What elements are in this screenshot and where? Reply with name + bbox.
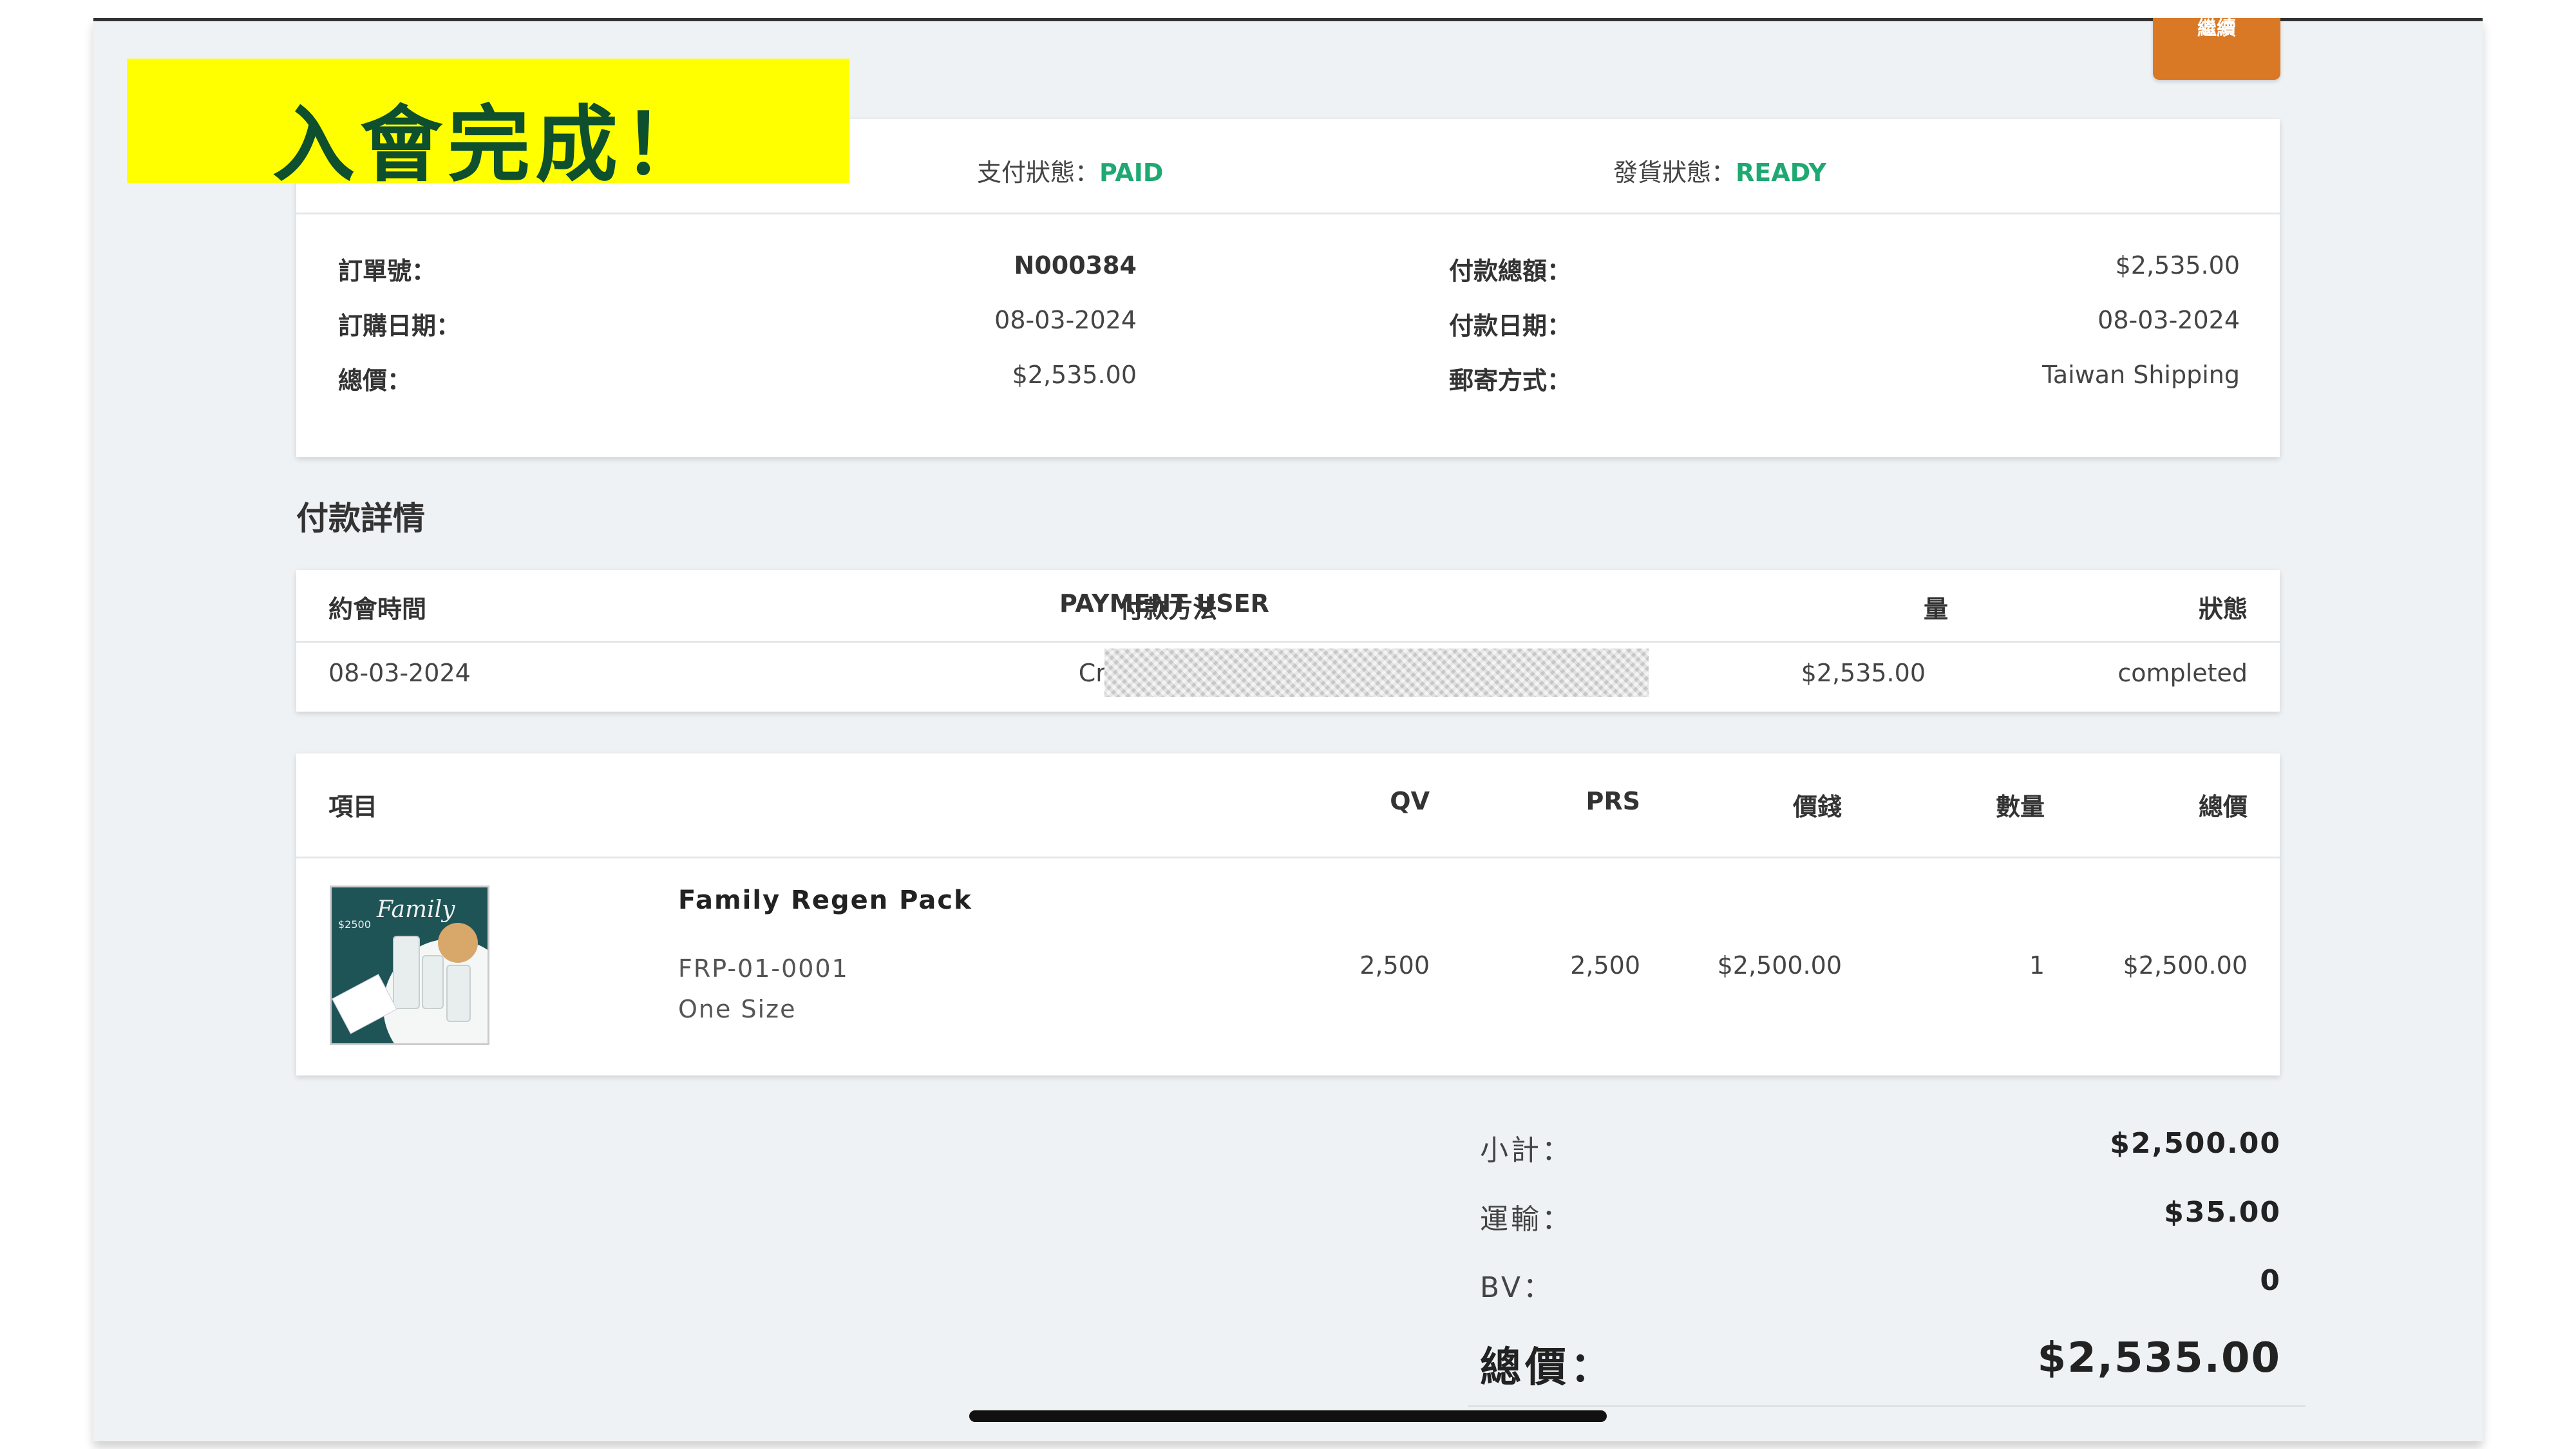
col-header-payment-user: PAYMENT USER (1059, 589, 1269, 618)
shipping-label: 運輸： (1480, 1203, 1573, 1236)
col-header-item: 項目 (328, 793, 378, 821)
item-qty-cell: 1 (2029, 951, 2045, 980)
item-total-cell: $2,500.00 (2123, 951, 2248, 980)
col-header-total: 總價 (2198, 793, 2248, 821)
item-price-cell: $2,500.00 (1717, 951, 1842, 980)
bv-label: BV： (1480, 1271, 1554, 1304)
payment-date-label: 付款日期： (1449, 312, 1572, 340)
subtotal-value: $2,500.00 (2110, 1127, 2281, 1160)
shipping-status: 發貨狀態：READY (1613, 153, 1826, 188)
order-no-label: 訂單號： (338, 257, 437, 285)
total-value: $2,535.00 (1012, 361, 1137, 389)
shipping-value: $35.00 (2164, 1196, 2281, 1229)
payment-total-label: 付款總額： (1449, 257, 1572, 285)
payment-status-value: PAID (1099, 158, 1164, 187)
payment-total-value: $2,535.00 (2115, 251, 2240, 279)
redacted-payment-user (1104, 649, 1649, 697)
col-header-amount: 量 (1923, 595, 1948, 623)
shipping-status-value: READY (1736, 158, 1826, 187)
total-label: 總價： (338, 366, 412, 395)
payment-details-table: 約會時間 付款方法 PAYMENT USER 量 狀態 08-03-2024 C… (296, 570, 2280, 712)
col-header-price: 價錢 (1792, 793, 1842, 821)
items-table: 項目 QV PRS 價錢 數量 總價 Family $2500 Family R… (296, 753, 2280, 1075)
col-header-prs: PRS (1586, 787, 1640, 815)
grand-total-value: $2,535.00 (2037, 1334, 2281, 1382)
banner-text: 入會完成！ (272, 97, 711, 193)
order-date-value: 08-03-2024 (994, 306, 1137, 334)
col-header-date: 約會時間 (328, 595, 427, 623)
order-no-value: N000384 (1014, 251, 1137, 279)
col-header-status: 狀態 (2198, 595, 2248, 623)
payment-status: 支付狀態：PAID (977, 153, 1163, 188)
product-sku: FRP-01-0001 (678, 954, 849, 983)
thumbnail-script-text: Family (377, 896, 455, 923)
product-size: One Size (678, 995, 797, 1023)
shipping-status-label: 發貨狀態： (1613, 158, 1736, 187)
bv-value: 0 (2260, 1264, 2281, 1297)
col-header-qv: QV (1390, 787, 1430, 815)
grand-total-label: 總價： (1480, 1344, 1615, 1392)
completion-banner: 入會完成！ (127, 59, 849, 193)
continue-button[interactable]: 繼續 (2153, 18, 2280, 80)
summary-divider (1468, 1405, 2306, 1407)
product-name[interactable]: Family Regen Pack (678, 886, 972, 915)
payment-status-label: 支付狀態： (977, 158, 1100, 187)
subtotal-label: 小計： (1480, 1134, 1573, 1167)
thumbnail-price-text: $2500 (338, 918, 371, 931)
payment-date-value: 08-03-2024 (2098, 306, 2240, 334)
payment-date-cell: 08-03-2024 (328, 659, 471, 687)
payment-status-cell: completed (2117, 659, 2248, 687)
order-date-label: 訂購日期： (338, 312, 461, 340)
product-thumbnail[interactable]: Family $2500 (330, 886, 489, 1045)
shipping-method-label: 郵寄方式： (1449, 366, 1572, 395)
col-header-qty: 數量 (1995, 793, 2045, 821)
item-qv-cell: 2,500 (1359, 951, 1430, 980)
payment-details-title: 付款詳情 (296, 500, 425, 537)
shipping-method-value: Taiwan Shipping (2041, 361, 2240, 389)
home-indicator[interactable] (969, 1410, 1607, 1422)
payment-amount-cell: $2,535.00 (1801, 659, 1926, 687)
item-prs-cell: 2,500 (1570, 951, 1640, 980)
